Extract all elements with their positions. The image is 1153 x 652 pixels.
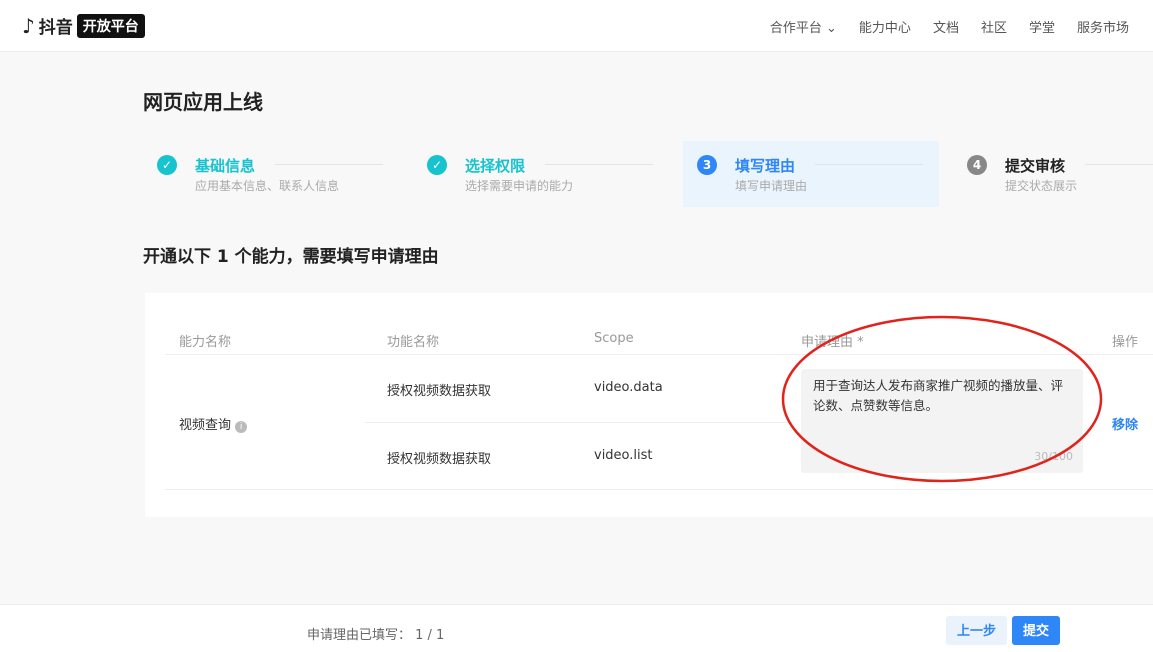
nav-partner[interactable]: 合作平台 ⌄	[770, 17, 837, 36]
page-title: 网页应用上线	[143, 90, 263, 114]
divider	[165, 354, 1153, 355]
info-icon[interactable]: i	[235, 421, 248, 433]
scope: video.list	[594, 448, 653, 463]
step-desc: 选择需要申请的能力	[465, 179, 574, 193]
step-divider	[815, 164, 923, 165]
char-count: 30/100	[1034, 450, 1073, 463]
nav-docs[interactable]: 文档	[933, 17, 959, 36]
prev-step-button[interactable]: 上一步	[946, 616, 1008, 645]
step-divider	[275, 164, 383, 165]
nav-market[interactable]: 服务市场	[1077, 17, 1129, 36]
footer-bar: 申请理由已填写： 1 / 1 上一步 提交	[0, 604, 1153, 652]
submit-button[interactable]: 提交	[1012, 616, 1061, 645]
step-desc: 提交状态展示	[1005, 179, 1078, 193]
step-desc: 填写申请理由	[735, 179, 808, 193]
step-divider	[545, 164, 653, 165]
col-header: Scope	[594, 331, 634, 346]
col-header: 操作	[1112, 335, 1139, 350]
nav-label: 合作平台	[769, 21, 822, 36]
col-header: 申请理由 *	[801, 335, 864, 350]
remove-button[interactable]: 移除	[1112, 414, 1138, 433]
col-header: 能力名称	[179, 335, 232, 350]
func-name: 授权视频数据获取	[387, 384, 492, 399]
step-title: 填写理由	[735, 157, 796, 175]
reason-textarea[interactable]: 用于查询达人发布商家推广视频的播放量、评论数、点赞数等信息。 30/100	[801, 369, 1083, 473]
ability-name: 视频查询 i	[179, 414, 248, 433]
col-header: 功能名称	[387, 335, 440, 350]
divider	[365, 422, 793, 423]
step-title: 基础信息	[195, 157, 256, 175]
reason-text: 用于查询达人发布商家推广视频的播放量、评论数、点赞数等信息。	[813, 378, 1064, 413]
step-number-icon: 3	[697, 155, 717, 175]
nav-academy[interactable]: 学堂	[1029, 17, 1055, 36]
ability-label: 视频查询	[179, 418, 232, 433]
top-nav: 合作平台 ⌄ 能力中心 文档 社区 学堂 服务市场	[770, 17, 1129, 36]
stepper: ✓ 基础信息 应用基本信息、联系人信息 ✓ 选择权限 选择需要申请的能力 3 填…	[143, 141, 1153, 207]
step-title: 提交审核	[1005, 157, 1066, 175]
tiktok-note-icon: ♪	[22, 13, 35, 38]
divider	[165, 489, 1153, 490]
step-number-icon: 4	[967, 155, 987, 175]
step-2: ✓ 选择权限 选择需要申请的能力	[413, 141, 669, 207]
func-name: 授权视频数据获取	[387, 452, 492, 467]
top-bar: ♪ 抖音 开放平台 合作平台 ⌄ 能力中心 文档 社区 学堂 服务市场	[0, 0, 1153, 52]
ability-table: 能力名称 功能名称 Scope 申请理由 * 操作 视频查询 i 授权视频数据获…	[145, 293, 1153, 517]
scope: video.data	[594, 380, 663, 395]
step-title: 选择权限	[465, 157, 526, 175]
step-1: ✓ 基础信息 应用基本信息、联系人信息	[143, 141, 399, 207]
section-title: 开通以下 1 个能力，需要填写申请理由	[143, 247, 439, 267]
check-icon: ✓	[427, 155, 447, 175]
step-divider	[1085, 164, 1153, 165]
logo[interactable]: ♪ 抖音 开放平台	[22, 13, 145, 38]
nav-capability[interactable]: 能力中心	[859, 17, 911, 36]
step-4: 4 提交审核 提交状态展示	[953, 141, 1153, 207]
brand-name: 抖音	[38, 18, 73, 38]
brand-tag: 开放平台	[76, 13, 145, 38]
fill-status: 申请理由已填写： 1 / 1	[307, 628, 445, 643]
step-3: 3 填写理由 填写申请理由	[683, 141, 939, 207]
step-desc: 应用基本信息、联系人信息	[195, 179, 340, 193]
check-icon: ✓	[157, 155, 177, 175]
chevron-down-icon: ⌄	[826, 21, 837, 36]
nav-community[interactable]: 社区	[981, 17, 1007, 36]
